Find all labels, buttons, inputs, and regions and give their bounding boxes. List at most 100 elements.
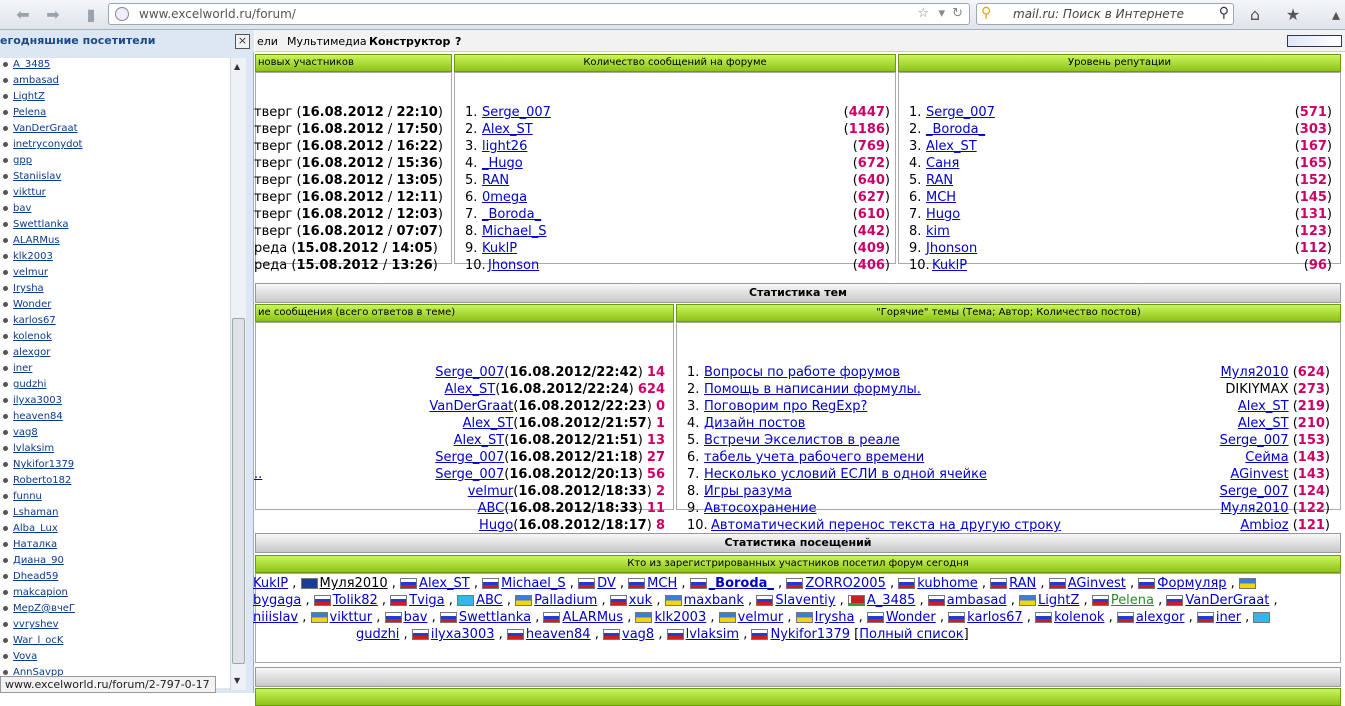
visitor-link[interactable]: ambasad: [947, 593, 1007, 608]
visitor-link[interactable]: Slaventiy: [775, 593, 835, 608]
visitor-link[interactable]: lvlaksim: [686, 627, 739, 642]
nav-multimedia[interactable]: Мультимедиа: [287, 35, 367, 48]
sidebar-item-link[interactable]: velmur: [13, 267, 48, 278]
visitor-link[interactable]: LightZ: [1038, 593, 1079, 608]
hot-topic-link[interactable]: Помощь в написании формулы.: [704, 381, 921, 398]
sidebar-item-link[interactable]: Roberto182: [13, 475, 71, 486]
hot-topic-link[interactable]: Автосохранение: [704, 500, 817, 517]
hot-topic-link[interactable]: Игры разума: [704, 483, 792, 500]
visitor-link[interactable]: RAN: [1009, 576, 1036, 591]
visitor-link[interactable]: Irysha: [815, 610, 855, 625]
sidebar-item-link[interactable]: inetryconydot: [13, 139, 82, 150]
hot-topic-author[interactable]: Муля2010: [1220, 501, 1288, 516]
visitor-link[interactable]: ABC: [476, 593, 503, 608]
visitor-link[interactable]: Wonder: [886, 610, 936, 625]
visitor-link[interactable]: maxbank: [684, 593, 744, 608]
visitor-link[interactable]: VanDerGraat: [1185, 593, 1269, 608]
hot-topic-link[interactable]: Несколько условий ЕСЛИ в одной ячейке: [704, 466, 987, 483]
sidebar-item-link[interactable]: Staniislav: [13, 171, 61, 182]
visitor-link[interactable]: kubhome: [917, 576, 977, 591]
visitor-link[interactable]: gudzhi: [356, 627, 399, 642]
visitor-link[interactable]: ALARMus: [562, 610, 623, 625]
sidebar-item-link[interactable]: karlos67: [13, 315, 56, 326]
sidebar-scrollbar[interactable]: ▲ ▼: [230, 58, 246, 690]
sidebar-item-link[interactable]: Dhead59: [13, 571, 58, 582]
menu-icon[interactable]: ▴: [1325, 4, 1345, 26]
rank-user-link[interactable]: _Boroda_: [926, 121, 985, 138]
hot-topic-author[interactable]: Муля2010: [1220, 365, 1288, 380]
rank-user-link[interactable]: _Boroda_: [482, 206, 541, 223]
rank-user-link[interactable]: Alex_ST: [482, 121, 533, 138]
sidebar-item-link[interactable]: bav: [13, 203, 31, 214]
search-icon[interactable]: ⚲: [1219, 5, 1229, 21]
sidebar-item-link[interactable]: LightZ: [13, 91, 45, 102]
last-post-user[interactable]: velmur: [468, 484, 514, 499]
rank-user-link[interactable]: MCH: [926, 189, 956, 206]
rank-user-link[interactable]: light26: [482, 138, 527, 155]
sidebar-item-link[interactable]: ALARMus: [13, 235, 60, 246]
star-icon[interactable]: ☆: [917, 6, 929, 21]
visitor-link[interactable]: kolenok: [1054, 610, 1104, 625]
rank-user-link[interactable]: 0mega: [482, 189, 527, 206]
visitor-link[interactable]: alexgor: [1136, 610, 1185, 625]
hot-topic-author[interactable]: Сейма: [1245, 450, 1288, 465]
sidebar-item-link[interactable]: alexgor: [13, 347, 50, 358]
visitor-link[interactable]: Swettlanka: [459, 610, 531, 625]
nav-item[interactable]: ели: [257, 35, 278, 48]
bookmarks-icon[interactable]: ★: [1282, 4, 1304, 26]
sidebar-item-link[interactable]: МерZ@вчеГ: [13, 603, 75, 614]
visitor-link[interactable]: ZORRO2005: [805, 576, 886, 591]
sidebar-item-link[interactable]: funnu: [13, 491, 42, 502]
scrollbar-thumb[interactable]: [232, 318, 245, 664]
visitor-link[interactable]: Pelena: [1111, 593, 1154, 608]
visitor-link[interactable]: Michael_S: [501, 576, 566, 591]
sidebar-item-link[interactable]: vvryshev: [13, 619, 58, 630]
sidebar-item-link[interactable]: klk2003: [13, 251, 53, 262]
sidebar-item-link[interactable]: kolenok: [13, 331, 52, 342]
visitor-link[interactable]: _Boroda_: [709, 576, 774, 591]
sidebar-item-link[interactable]: Vova: [13, 651, 37, 662]
sidebar-item-link[interactable]: Wonder: [13, 299, 51, 310]
visitor-link[interactable]: AGinvest: [1068, 576, 1126, 591]
nav-slider[interactable]: [1287, 35, 1342, 47]
visitor-link[interactable]: KuklP: [253, 576, 288, 591]
hot-topic-link[interactable]: табель учета рабочего времени: [704, 449, 924, 466]
hot-topic-author[interactable]: Serge_007: [1220, 433, 1289, 448]
sidebar-item-link[interactable]: heaven84: [13, 411, 63, 422]
sidebar-item-link[interactable]: Alba_Lux: [13, 523, 58, 534]
sidebar-item-link[interactable]: VanDerGraat: [13, 123, 78, 134]
sidebar-item-link[interactable]: makcapion: [13, 587, 68, 598]
hot-topic-author[interactable]: Serge_007: [1220, 484, 1289, 499]
sidebar-item-link[interactable]: Наталка: [13, 539, 57, 550]
visitor-link[interactable]: iner: [1216, 610, 1241, 625]
nav-help[interactable]: ?: [455, 35, 461, 48]
sidebar-item-link[interactable]: Диана_90: [13, 555, 64, 566]
hot-topic-author[interactable]: Ambioz: [1240, 518, 1288, 533]
last-post-user[interactable]: VanDerGraat: [429, 399, 513, 414]
close-icon[interactable]: ×: [235, 34, 250, 49]
last-post-user[interactable]: Serge_007: [435, 450, 504, 465]
hot-topic-link[interactable]: Дизайн постов: [704, 415, 805, 432]
address-bar[interactable]: www.excelworld.ru/forum/ ☆ ▾ ↻: [108, 3, 970, 25]
sidebar-item-link[interactable]: A_3485: [13, 59, 50, 70]
sidebar-item-link[interactable]: War_l_ocK: [13, 635, 63, 646]
dropdown-icon[interactable]: ▾: [938, 6, 945, 21]
sidebar-item-link[interactable]: Lshaman: [13, 507, 58, 518]
sidebar-item-link[interactable]: Swettlanka: [13, 219, 69, 230]
visitor-link[interactable]: klk2003: [654, 610, 706, 625]
sidebar-item-link[interactable]: lvlaksim: [13, 443, 54, 454]
rank-user-link[interactable]: Jhonson: [488, 257, 539, 274]
visitor-link[interactable]: Nykifor1379: [770, 627, 850, 642]
sidebar-item-link[interactable]: gudzhi: [13, 379, 46, 390]
sidebar-item-link[interactable]: vikttur: [13, 187, 46, 198]
hot-topic-link[interactable]: Встречи Экселистов в реале: [704, 432, 900, 449]
last-post-user[interactable]: Serge_007: [435, 467, 504, 482]
hot-topic-author[interactable]: Alex_ST: [1238, 399, 1289, 414]
back-arrow-icon[interactable]: ⬅: [12, 4, 34, 26]
rank-user-link[interactable]: Michael_S: [482, 223, 547, 240]
reload-icon[interactable]: ↻: [952, 6, 963, 21]
visitor-link[interactable]: niiislav: [253, 610, 298, 625]
visitor-link[interactable]: MCH: [647, 576, 677, 591]
sidebar-item-link[interactable]: vag8: [13, 427, 38, 438]
nav-constructor[interactable]: Конструктор: [369, 35, 450, 48]
